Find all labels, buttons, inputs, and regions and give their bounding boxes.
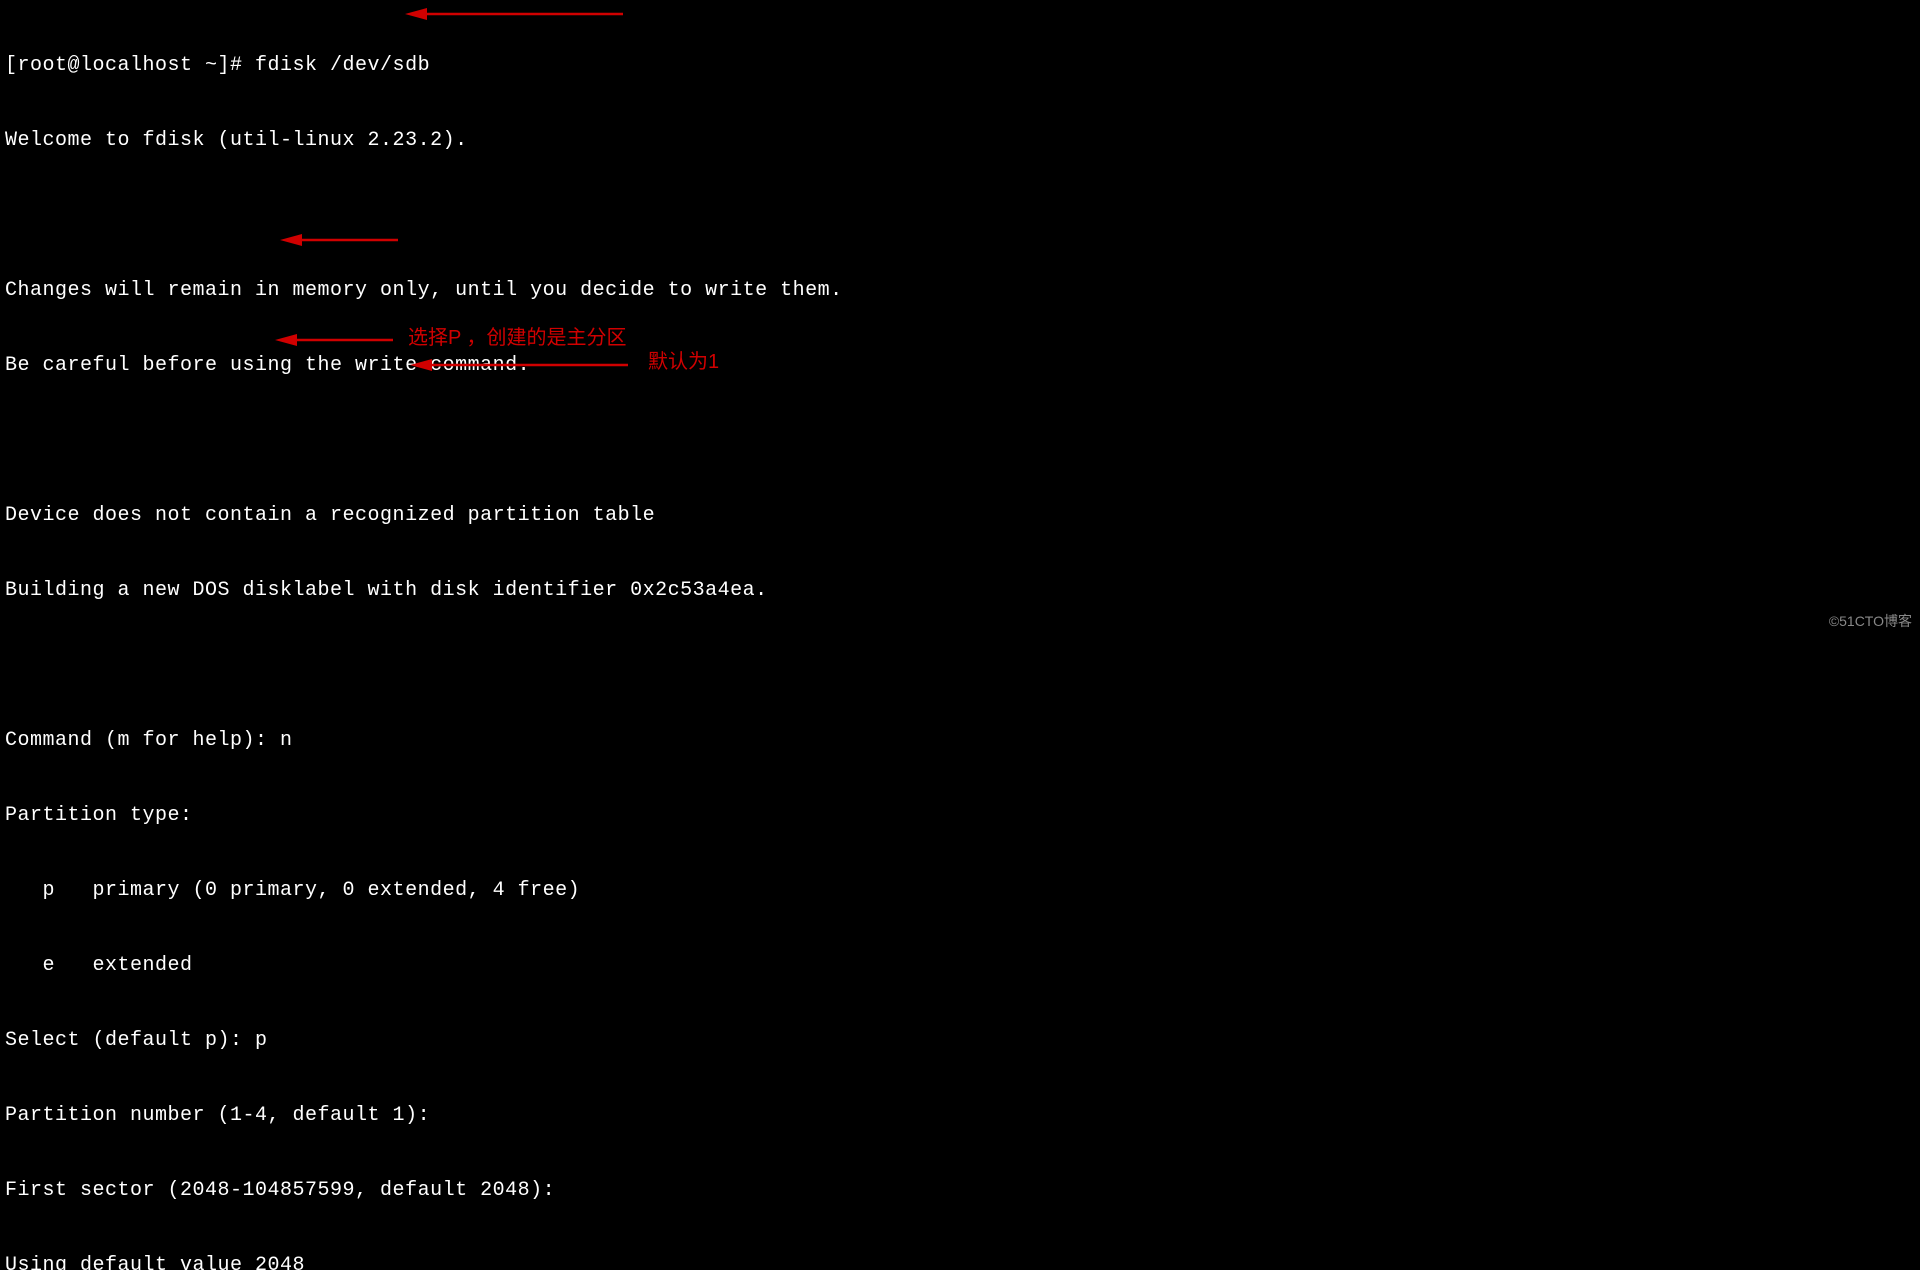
terminal-line: Device does not contain a recognized par… [5,503,1915,528]
terminal-line: Welcome to fdisk (util-linux 2.23.2). [5,128,1915,153]
terminal-line [5,653,1915,678]
terminal-line: Changes will remain in memory only, unti… [5,278,1915,303]
annotation-text: 默认为1 [648,350,719,375]
terminal-line: Partition number (1-4, default 1): [5,1103,1915,1128]
terminal-line: First sector (2048-104857599, default 20… [5,1178,1915,1203]
terminal-line: Building a new DOS disklabel with disk i… [5,578,1915,603]
terminal-line: e extended [5,953,1915,978]
terminal-line: Be careful before using the write comman… [5,353,1915,378]
terminal-line: p primary (0 primary, 0 extended, 4 free… [5,878,1915,903]
annotation-default-one: 默认为1 [648,350,719,375]
terminal-line: [root@localhost ~]# fdisk /dev/sdb [5,53,1915,78]
annotation-select-primary: 选择P ，创建的是主分区 [408,326,627,351]
terminal-line: Command (m for help): n [5,728,1915,753]
terminal-line [5,203,1915,228]
terminal-line: Select (default p): p [5,1028,1915,1053]
watermark: ©51CTO博客 [1829,613,1912,631]
annotation-text: 选择P ，创建的是主分区 [408,326,627,351]
terminal-line: Partition type: [5,803,1915,828]
terminal-line [5,428,1915,453]
terminal-output[interactable]: [root@localhost ~]# fdisk /dev/sdb Welco… [5,3,1915,1270]
terminal-line: Using default value 2048 [5,1253,1915,1270]
